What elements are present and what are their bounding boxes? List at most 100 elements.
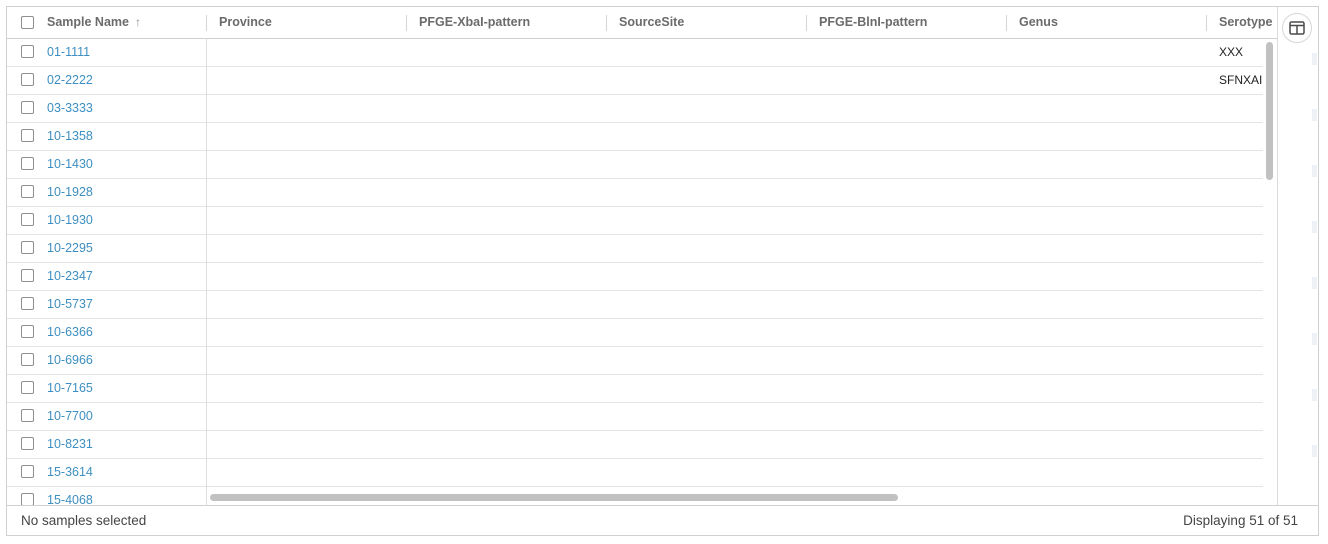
row-select-checkbox[interactable] [21,129,34,142]
column-resize-handle[interactable] [606,15,607,31]
column-header-source-site[interactable]: SourceSite [619,7,799,38]
table-row[interactable]: 03-3333 [7,95,1263,123]
sample-name-link[interactable]: 10-7700 [47,403,93,430]
row-select-checkbox[interactable] [21,437,34,450]
row-edge-marker [1312,109,1317,121]
pinned-column-divider [206,263,207,291]
sample-name-link[interactable]: 10-1930 [47,207,93,234]
table-row[interactable]: 10-6966 [7,347,1263,375]
column-resize-handle[interactable] [806,15,807,31]
samples-grid: Sample Name ↑ Province PFGE-XbaI-pattern … [7,7,1277,505]
row-select-checkbox[interactable] [21,101,34,114]
pinned-column-divider [206,291,207,319]
tool-panel-sidebar [1277,7,1318,505]
table-row[interactable]: 10-2295 [7,235,1263,263]
serotype-cell: XXX [1219,45,1244,59]
row-edge-marker [1312,389,1317,401]
column-resize-handle[interactable] [1206,15,1207,31]
horizontal-scrollbar-thumb[interactable] [210,494,898,501]
table-row[interactable]: 10-6366 [7,319,1263,347]
sample-name-link[interactable]: 10-1358 [47,123,93,150]
pinned-column-divider [206,319,207,347]
table-row[interactable]: 15-3614 [7,459,1263,487]
sample-name-link[interactable]: 10-6366 [47,319,93,346]
sample-name-link[interactable]: 10-1430 [47,151,93,178]
column-header-pfge-xbai-pattern[interactable]: PFGE-XbaI-pattern [419,7,599,38]
sample-name-link[interactable]: 10-8231 [47,431,93,458]
table-row[interactable]: 10-1928 [7,179,1263,207]
table-row[interactable]: 10-2347 [7,263,1263,291]
table-row[interactable]: 10-1358 [7,123,1263,151]
table-row[interactable]: 10-5737 [7,291,1263,319]
sample-name-link[interactable]: 15-3614 [47,459,93,486]
column-header-genus[interactable]: Genus [1019,7,1199,38]
column-header-pfge-blni-pattern[interactable]: PFGE-BlnI-pattern [819,7,999,38]
sample-name-link[interactable]: 10-7165 [47,375,93,402]
row-count-status: Displaying 51 of 51 [1183,513,1298,528]
row-edge-marker [1312,53,1317,65]
sample-name-link[interactable]: 02-2222 [47,67,93,94]
tool-panel-edge [1312,7,1318,505]
pinned-column-divider [206,375,207,403]
row-select-checkbox[interactable] [21,381,34,394]
serotype-cell: SFNXAI [1219,73,1263,87]
pinned-column-divider [206,95,207,123]
sample-name-link[interactable]: 10-2295 [47,235,93,262]
pinned-column-divider [206,207,207,235]
pinned-column-divider [206,67,207,95]
column-resize-handle[interactable] [1006,15,1007,31]
horizontal-scrollbar[interactable] [207,491,1263,505]
table-body: 01-1111 XXX 02-2222 SFNXAI 03-3333 10-1358 10-… [7,39,1263,505]
vertical-scrollbar[interactable] [1263,39,1277,505]
column-header-label: Sample Name [47,15,129,29]
pinned-column-divider [206,403,207,431]
pinned-column-divider [206,39,207,67]
sample-name-link[interactable]: 15-4068 [47,487,93,505]
sample-name-link[interactable]: 10-5737 [47,291,93,318]
column-resize-handle[interactable] [206,15,207,31]
pinned-column-divider [206,459,207,487]
sample-name-link[interactable]: 10-2347 [47,263,93,290]
row-select-checkbox[interactable] [21,73,34,86]
row-select-checkbox[interactable] [21,325,34,338]
column-header-province[interactable]: Province [219,7,399,38]
table-row[interactable]: 01-1111 XXX [7,39,1263,67]
row-edge-marker [1312,165,1317,177]
table-row[interactable]: 10-7165 [7,375,1263,403]
table-row[interactable]: 10-8231 [7,431,1263,459]
sample-name-link[interactable]: 01-1111 [47,39,90,66]
row-select-checkbox[interactable] [21,297,34,310]
vertical-scrollbar-thumb[interactable] [1266,42,1273,180]
column-header-sample-name[interactable]: Sample Name ↑ [47,7,197,38]
row-select-checkbox[interactable] [21,241,34,254]
columns-panel-button[interactable] [1282,13,1312,43]
pinned-column-divider [206,347,207,375]
row-select-checkbox[interactable] [21,493,34,505]
table-row[interactable]: 10-1930 [7,207,1263,235]
row-select-checkbox[interactable] [21,213,34,226]
sample-name-link[interactable]: 10-6966 [47,347,93,374]
table-header: Sample Name ↑ Province PFGE-XbaI-pattern … [7,7,1277,39]
row-select-checkbox[interactable] [21,45,34,58]
row-select-checkbox[interactable] [21,353,34,366]
row-select-checkbox[interactable] [21,157,34,170]
column-resize-handle[interactable] [406,15,407,31]
pinned-column-divider [206,235,207,263]
sample-name-link[interactable]: 10-1928 [47,179,93,206]
table-row[interactable]: 10-7700 [7,403,1263,431]
column-header-serotype[interactable]: Serotype [1219,7,1277,38]
row-select-checkbox[interactable] [21,409,34,422]
row-select-checkbox[interactable] [21,185,34,198]
row-edge-marker [1312,445,1317,457]
select-all-checkbox[interactable] [21,16,34,29]
row-select-checkbox[interactable] [21,269,34,282]
table-row[interactable]: 02-2222 SFNXAI [7,67,1263,95]
samples-table-panel: Sample Name ↑ Province PFGE-XbaI-pattern … [6,6,1319,536]
pinned-column-divider [206,151,207,179]
columns-icon [1289,21,1305,35]
row-select-checkbox[interactable] [21,465,34,478]
row-edge-marker [1312,277,1317,289]
sample-name-link[interactable]: 03-3333 [47,95,93,122]
table-footer: No samples selected Displaying 51 of 51 [7,505,1318,535]
table-row[interactable]: 10-1430 [7,151,1263,179]
